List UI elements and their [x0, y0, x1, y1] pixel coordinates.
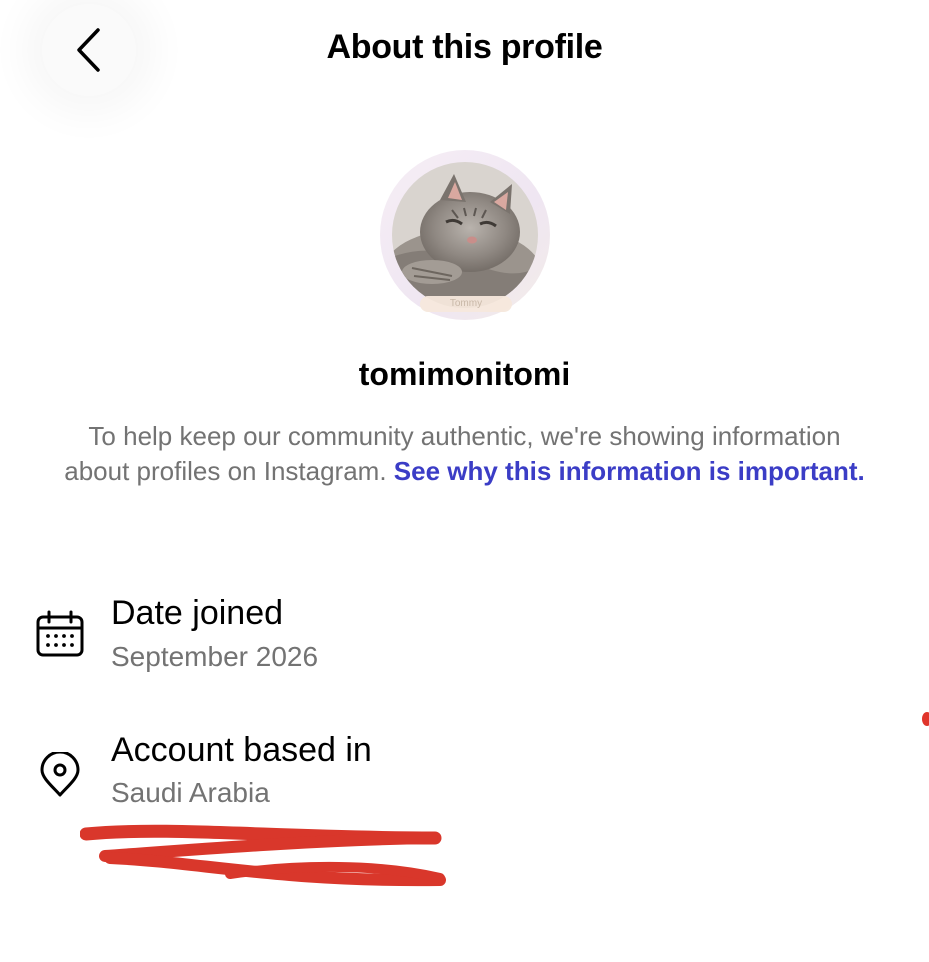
avatar-name-tag: Tommy: [420, 296, 512, 312]
detail-value: Saudi Arabia: [111, 777, 270, 808]
detail-value: September 2026: [111, 641, 319, 672]
see-why-link[interactable]: See why this information is important.: [394, 456, 865, 486]
info-text: To help keep our community authentic, we…: [60, 419, 869, 489]
location-pin-icon: [40, 752, 80, 797]
red-edge-mark: [922, 712, 929, 726]
username: tomimonitomi: [358, 356, 571, 392]
red-redaction-scribble: [80, 824, 446, 887]
avatar-ring: [380, 150, 550, 320]
kitten-image: [392, 162, 538, 308]
page-title: About this profile: [326, 28, 603, 66]
avatar[interactable]: [392, 162, 538, 308]
detail-label: Account based in: [111, 731, 372, 769]
detail-label: Date joined: [111, 594, 284, 632]
calendar-icon: [36, 610, 84, 657]
